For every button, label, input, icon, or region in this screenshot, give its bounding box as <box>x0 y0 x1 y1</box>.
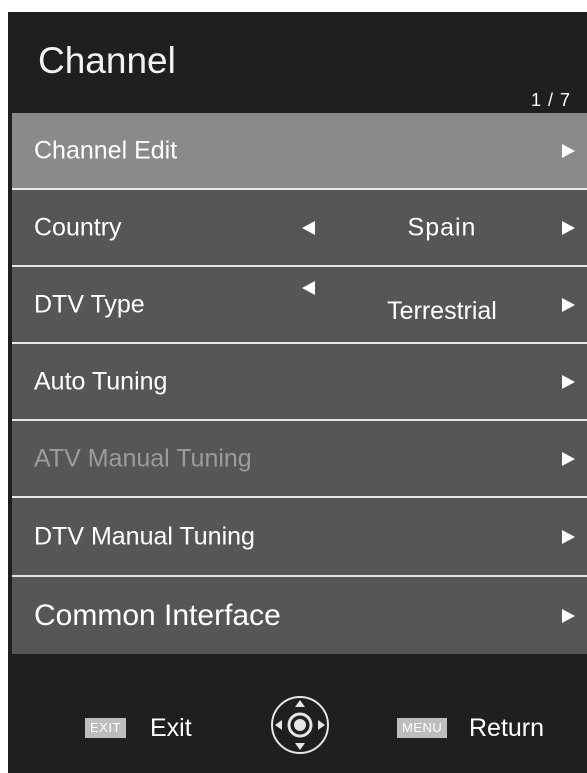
page-indicator: 1 / 7 <box>530 90 571 110</box>
menu-item-label: DTV Type <box>34 290 145 318</box>
dtv-type-value: Terrestrial <box>387 297 497 325</box>
menu-item-dtv-type[interactable]: DTV Type Terrestrial <box>12 267 587 344</box>
menu-item-label: Channel Edit <box>34 136 178 164</box>
menu-item-label: DTV Manual Tuning <box>34 522 255 550</box>
exit-key-badge: EXIT <box>85 718 126 738</box>
footer-help-bar: EXIT Exit MENU Return <box>8 672 587 773</box>
menu-item-label: Country <box>34 213 122 241</box>
right-arrow-icon[interactable] <box>562 297 575 312</box>
menu-item-common-interface[interactable]: Common Interface <box>12 577 587 654</box>
menu-item-label: Auto Tuning <box>34 367 168 395</box>
right-arrow-icon[interactable] <box>562 220 575 235</box>
navigation-pad-icon <box>271 696 329 754</box>
channel-menu-panel: Channel 1 / 7 Channel Edit Country Spain… <box>8 12 587 773</box>
menu-key-badge: MENU <box>397 718 448 738</box>
exit-hint-label: Exit <box>150 714 192 742</box>
left-arrow-icon[interactable] <box>302 220 315 235</box>
right-arrow-icon <box>562 608 575 623</box>
menu-item-label: Common Interface <box>34 598 281 632</box>
right-arrow-icon <box>562 451 575 466</box>
menu-item-dtv-manual-tuning[interactable]: DTV Manual Tuning <box>12 498 587 577</box>
return-hint-label: Return <box>469 714 545 742</box>
country-value: Spain <box>407 213 477 241</box>
menu-title: Channel <box>38 40 176 81</box>
channel-menu-list: Channel Edit Country Spain DTV Type Terr… <box>8 113 587 654</box>
menu-item-auto-tuning[interactable]: Auto Tuning <box>12 344 587 421</box>
menu-item-country[interactable]: Country Spain <box>12 190 587 267</box>
right-arrow-icon <box>562 143 575 158</box>
left-arrow-icon[interactable] <box>302 281 315 295</box>
menu-item-atv-manual-tuning: ATV Manual Tuning <box>12 421 587 498</box>
menu-item-label: ATV Manual Tuning <box>34 444 252 472</box>
right-arrow-icon <box>562 529 575 544</box>
menu-item-channel-edit[interactable]: Channel Edit <box>12 113 587 190</box>
right-arrow-icon <box>562 374 575 389</box>
